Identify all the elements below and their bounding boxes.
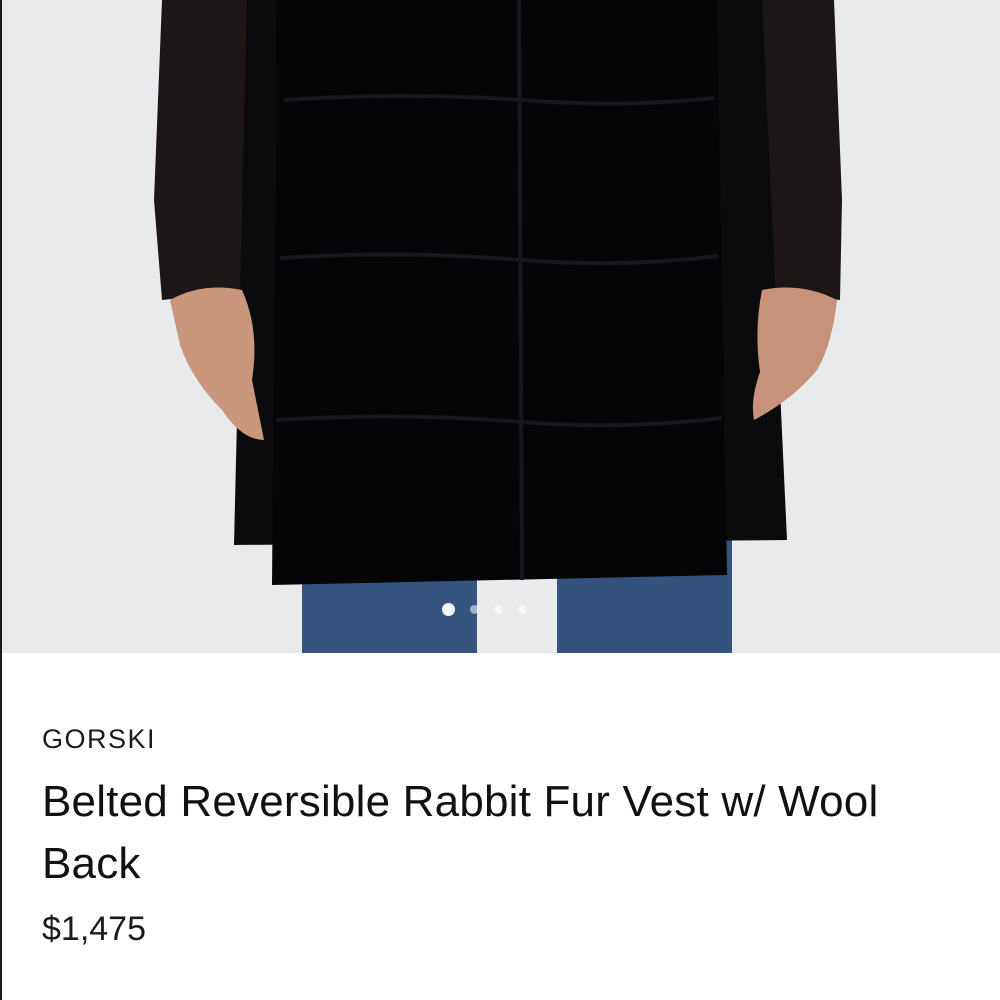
right-hand [752,287,837,420]
product-image [154,0,842,653]
product-info: GORSKI Belted Reversible Rabbit Fur Vest… [42,653,962,949]
product-image-gallery[interactable] [2,0,1000,653]
product-page: GORSKI Belted Reversible Rabbit Fur Vest… [0,0,1000,1000]
product-title: Belted Reversible Rabbit Fur Vest w/ Woo… [42,777,879,888]
product-brand[interactable]: GORSKI [42,723,962,755]
carousel-dot-3[interactable] [494,605,503,614]
carousel-dot-1[interactable] [442,603,455,616]
carousel-dot-4[interactable] [518,605,527,614]
product-price: $1,475 [42,910,146,948]
carousel-dot-2[interactable] [470,605,479,614]
carousel-indicators [442,603,527,616]
fur-front [272,0,727,585]
left-sleeve [154,0,254,300]
